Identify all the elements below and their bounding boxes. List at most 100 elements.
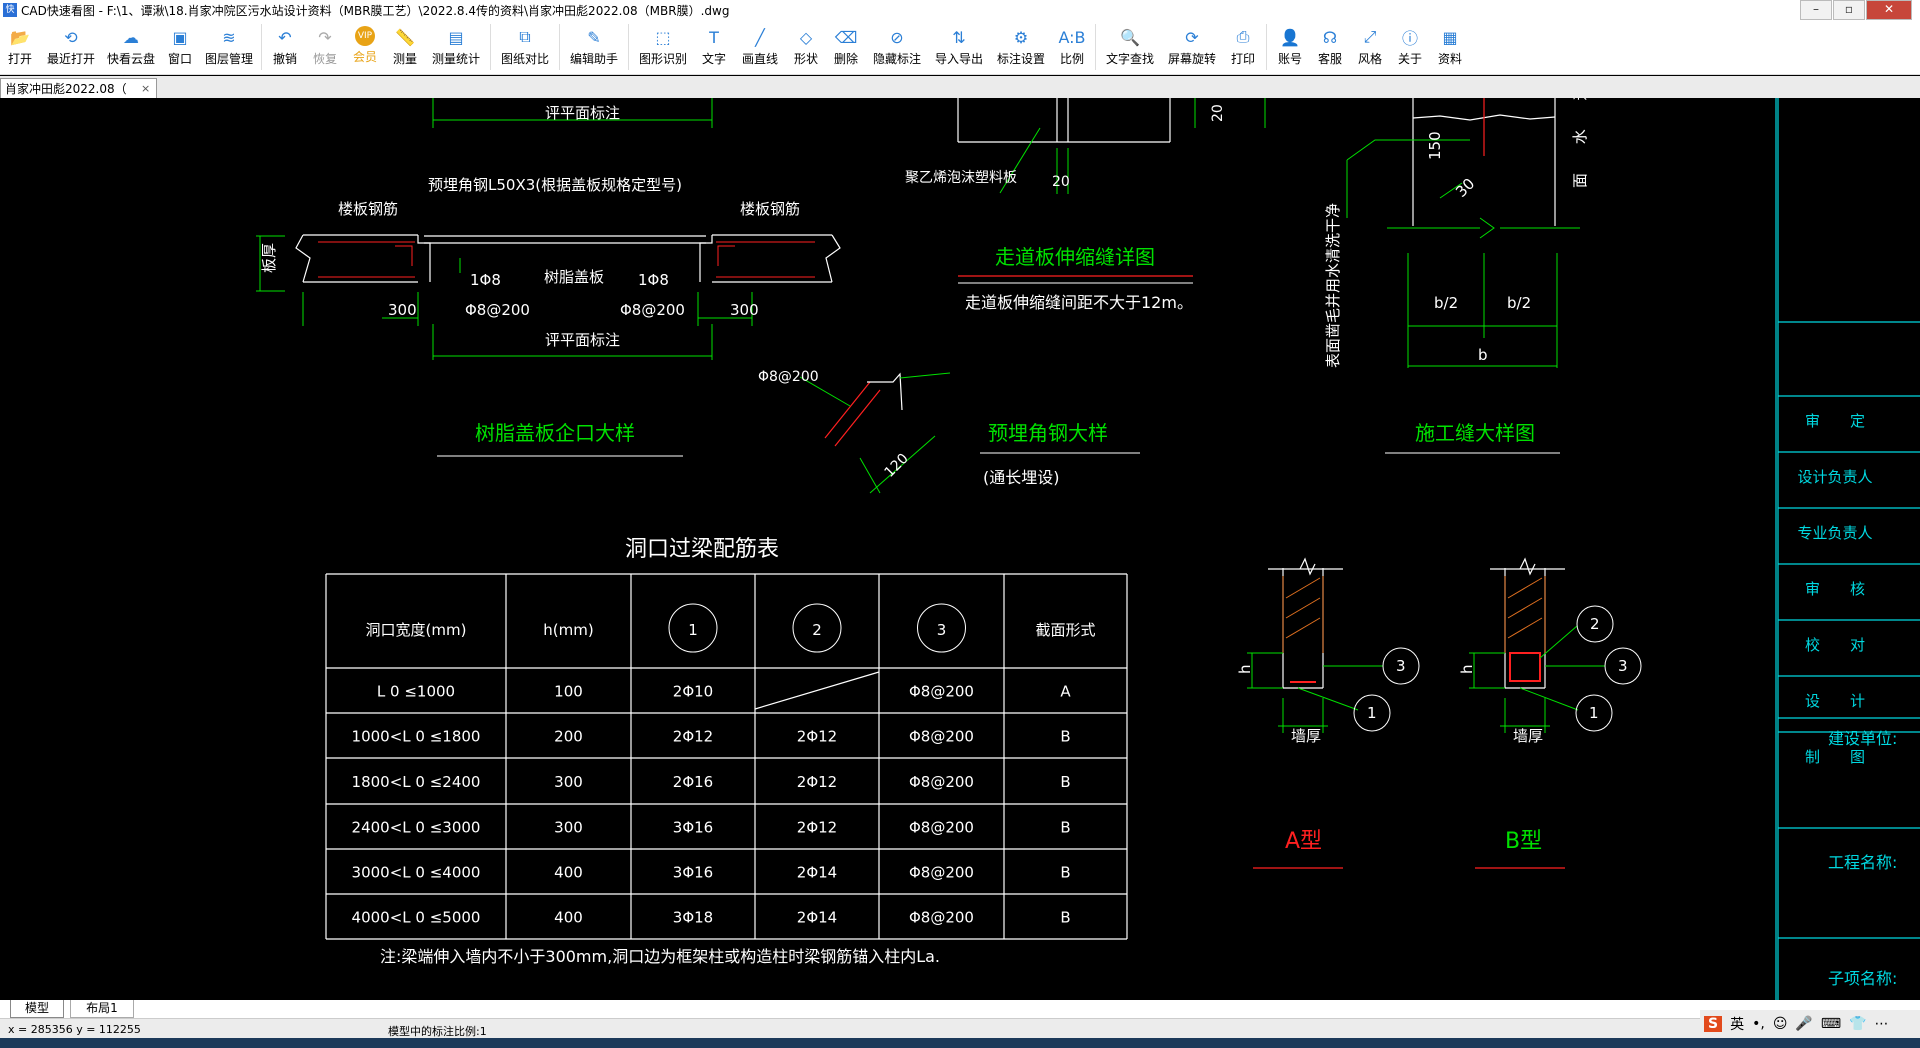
toolbar-button-annotation-settings[interactable]: ⚙ 标注设置 — [990, 20, 1052, 74]
ime-keyboard-icon[interactable]: ⌨ — [1821, 1016, 1841, 1032]
maximize-button[interactable]: ▫ — [1833, 0, 1865, 20]
table-cell: 400 — [554, 864, 583, 882]
ime-logo-icon[interactable]: S — [1704, 1016, 1723, 1032]
toolbar-label: 导入导出 — [934, 52, 983, 66]
d1-dim-left: 300 — [388, 301, 417, 319]
layout-tabbar: 模型 布局1 — [0, 1000, 1920, 1018]
ime-more-icon[interactable]: ⋯ — [1875, 1016, 1889, 1032]
document-tab-close-icon[interactable]: × — [141, 82, 155, 95]
tb-subitem: 子项名称: — [1828, 969, 1897, 988]
toolbar-label: 打开 — [7, 52, 32, 66]
toolbar-button-headset[interactable]: ☊ 客服 — [1310, 20, 1350, 74]
layout-tab-model[interactable]: 模型 — [10, 1000, 64, 1018]
type-b-section — [1490, 557, 1565, 689]
toolbar-button-folder-open[interactable]: 📂 打开 — [0, 20, 40, 74]
ime-punct-icon[interactable]: •, — [1752, 1016, 1765, 1032]
table-header-cell: 截面形式 — [1035, 621, 1095, 639]
toolbar-button-line[interactable]: ╱ 画直线 — [734, 20, 786, 74]
type-b-h: h — [1458, 664, 1476, 674]
toolbar-button-window[interactable]: ▣ 窗口 — [160, 20, 200, 74]
toolbar-button-docs[interactable]: ▦ 资料 — [1430, 20, 1470, 74]
window-controls: – ▫ ✕ — [1799, 0, 1912, 20]
toolbar-button-import-export[interactable]: ⇅ 导入导出 — [928, 20, 990, 74]
toolbar-label: 风格 — [1357, 52, 1382, 66]
toolbar-button-eraser[interactable]: ⌫ 删除 — [826, 20, 866, 74]
toolbar-button-layers[interactable]: ≋ 图层管理 — [200, 20, 258, 74]
account-icon: 👤 — [1280, 27, 1300, 47]
annotation-scale-status: 模型中的标注比例:1 — [388, 1025, 487, 1038]
table-cell: 3000<L 0 ≤4000 — [352, 864, 481, 882]
table-cell: B — [1060, 909, 1070, 927]
redo-icon: ↷ — [318, 27, 332, 47]
d2-dim20: 20 — [1052, 174, 1070, 190]
title-block-row: 审 定 — [1805, 412, 1865, 430]
toolbar-button-measure[interactable]: 📏 测量 — [385, 20, 425, 74]
eraser-icon: ⌫ — [834, 27, 858, 47]
toolbar-button-text[interactable]: T 文字 — [694, 20, 734, 74]
toolbar-button-redo[interactable]: ↷ 恢复 — [305, 20, 345, 74]
toolbar-button-compare[interactable]: ⧉ 图纸对比 — [494, 20, 556, 74]
toolbar-separator — [1095, 24, 1096, 70]
table-cell: Φ8@200 — [909, 683, 974, 701]
d4-note: 表面凿毛并用水清洗干净 — [1324, 203, 1342, 368]
table-cell: Φ8@200 — [909, 728, 974, 746]
toolbar-button-print[interactable]: ⎙ 打印 — [1223, 20, 1263, 74]
d2-foam-label: 聚乙烯泡沫塑料板 — [905, 170, 1017, 186]
status-bar: x = 285356 y = 112255 模型中的标注比例:1 — [0, 1018, 1920, 1039]
system-tray: S 英 •, ☺ 🎤 ⌨ 👕 ⋯ — [1700, 1010, 1920, 1038]
table-header-cell: 1 — [688, 621, 698, 639]
ime-skin-icon[interactable]: 👕 — [1849, 1016, 1866, 1032]
toolbar-label: 最近打开 — [46, 52, 95, 66]
toolbar-button-shape[interactable]: ◇ 形状 — [786, 20, 826, 74]
toolbar-button-measure-stats[interactable]: ▤ 测量统计 — [425, 20, 487, 74]
toolbar-button-history[interactable]: ⟲ 最近打开 — [40, 20, 102, 74]
toolbar-label: 打印 — [1230, 52, 1255, 66]
document-tab-label: 肖家冲田彪2022.08（ — [5, 82, 127, 96]
table-cell: Φ8@200 — [909, 909, 974, 927]
ime-voice-icon[interactable]: 🎤 — [1795, 1016, 1812, 1032]
table-cell: B — [1060, 728, 1070, 746]
d1-bar2: 1Φ8 — [638, 271, 669, 289]
toolbar-button-style[interactable]: ⤢ 风格 — [1350, 20, 1390, 74]
toolbar-label: 标注设置 — [996, 52, 1045, 66]
toolbar-button-info[interactable]: ⓘ 关于 — [1390, 20, 1430, 74]
d2-title: 走道板伸缩缝详图 — [995, 245, 1155, 269]
toolbar-button-cloud[interactable]: ☁ 快看云盘 — [102, 20, 160, 74]
toolbar-button-account[interactable]: 👤 账号 — [1270, 20, 1310, 74]
toolbar-button-undo[interactable]: ↶ 撤销 — [265, 20, 305, 74]
toolbar-label: 账号 — [1277, 52, 1302, 66]
hide-annotation-icon: ⊘ — [890, 27, 904, 47]
toolbar-separator — [490, 24, 491, 70]
toolbar-button-edit-helper[interactable]: ✎ 编辑助手 — [563, 20, 625, 74]
toolbar-button-shape-recognize[interactable]: ⬚ 图形识别 — [632, 20, 694, 74]
d4-dim30: 30 — [1452, 175, 1478, 201]
measure-stats-icon: ▤ — [448, 27, 464, 47]
table-cell: 4000<L 0 ≤5000 — [352, 909, 481, 927]
title-block: 审 定设计负责人专业负责人审 核校 对设 计制 图 — [1778, 395, 1920, 766]
line-icon: ╱ — [755, 27, 765, 47]
table-cell: 2Φ14 — [797, 864, 837, 882]
type-b-circle2: 2 — [1590, 615, 1600, 633]
toolbar-button-text-search[interactable]: 🔍 文字查找 — [1099, 20, 1161, 74]
window-icon: ▣ — [172, 27, 188, 47]
d4-b: b — [1478, 346, 1488, 364]
import-export-icon: ⇅ — [952, 27, 966, 47]
text-search-icon: 🔍 — [1120, 27, 1140, 47]
info-icon: ⓘ — [1401, 29, 1418, 48]
layout-tab-layout1[interactable]: 布局1 — [70, 1000, 134, 1018]
toolbar-button-vip[interactable]: VIP 会员 — [345, 20, 385, 74]
toolbar-button-hide-annotation[interactable]: ⊘ 隐藏标注 — [866, 20, 928, 74]
table-header-cell: 洞口宽度(mm) — [366, 621, 467, 639]
vip-icon: VIP — [355, 26, 375, 46]
close-button[interactable]: ✕ — [1866, 0, 1912, 20]
ime-lang-icon[interactable]: 英 — [1730, 1014, 1744, 1034]
d1-thickness: 板厚 — [260, 243, 278, 273]
toolbar-button-rotate-screen[interactable]: ⟳ 屏幕旋转 — [1161, 20, 1223, 74]
toolbar-button-scale[interactable]: A:B 比例 — [1052, 20, 1092, 74]
toolbar-label: 图纸对比 — [500, 52, 549, 66]
ime-emoji-icon[interactable]: ☺ — [1773, 1016, 1788, 1032]
document-tab[interactable]: 肖家冲田彪2022.08（ × — [0, 78, 157, 98]
minimize-button[interactable]: – — [1800, 0, 1832, 20]
style-icon: ⤢ — [1363, 27, 1377, 46]
drawing-canvas[interactable]: 评平面标注 预埋角钢L50X3(根据盖板规格定型号) 楼板钢筋 楼板钢筋 树脂盖… — [0, 98, 1920, 1000]
